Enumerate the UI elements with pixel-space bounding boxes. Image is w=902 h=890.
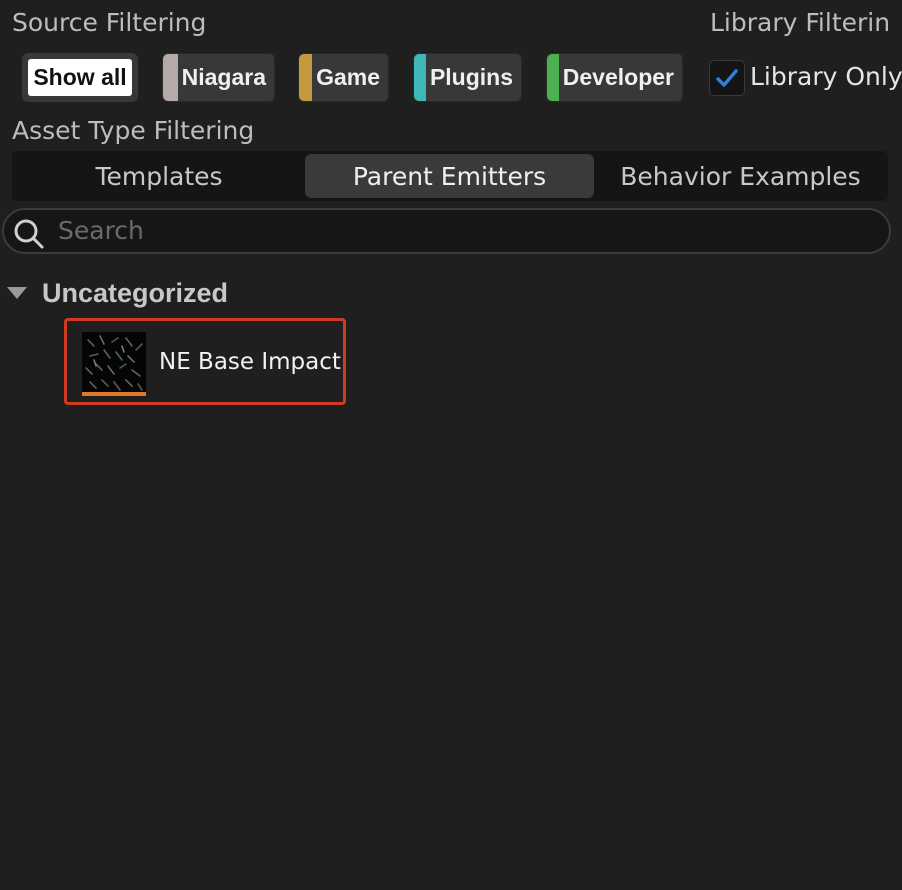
asset-type-tabs: Templates Parent Emitters Behavior Examp…	[12, 151, 888, 201]
filter-chip-plugins[interactable]: Plugins	[413, 53, 522, 102]
asset-thumbnail[interactable]	[82, 332, 146, 396]
category-uncategorized[interactable]: Uncategorized	[42, 278, 228, 309]
show-all-label: Show all	[28, 59, 132, 96]
niagara-color-swatch	[163, 54, 178, 101]
developer-color-swatch	[547, 54, 559, 101]
tab-templates[interactable]: Templates	[15, 154, 303, 198]
tab-behavior-examples[interactable]: Behavior Examples	[596, 154, 885, 198]
filter-chip-label: Game	[316, 64, 380, 90]
filter-chip-label: Niagara	[181, 64, 266, 90]
expand-arrow-icon[interactable]	[6, 286, 28, 300]
asset-name[interactable]: NE Base Impact	[159, 349, 341, 375]
asset-type-color-bar	[82, 392, 146, 396]
plugins-color-swatch	[414, 54, 426, 101]
library-only-checkbox[interactable]	[709, 60, 745, 96]
search-placeholder: Search	[58, 216, 144, 245]
game-color-swatch	[299, 54, 313, 101]
search-input[interactable]: Search	[2, 208, 891, 254]
search-icon	[14, 219, 44, 249]
filter-chip-game[interactable]: Game	[298, 53, 389, 102]
tab-parent-emitters[interactable]: Parent Emitters	[305, 154, 594, 198]
source-filtering-title: Source Filtering	[12, 8, 207, 37]
checkmark-icon	[716, 69, 738, 87]
filter-chip-label: Plugins	[429, 64, 513, 90]
library-filtering-title: Library Filterin	[710, 8, 891, 37]
show-all-button[interactable]: Show all	[22, 53, 138, 102]
filter-chip-developer[interactable]: Developer	[546, 53, 683, 102]
library-only-label[interactable]: Library Only	[750, 62, 902, 91]
filter-chip-niagara[interactable]: Niagara	[162, 53, 275, 102]
filter-chip-label: Developer	[562, 64, 674, 90]
asset-type-filtering-title: Asset Type Filtering	[12, 116, 255, 145]
